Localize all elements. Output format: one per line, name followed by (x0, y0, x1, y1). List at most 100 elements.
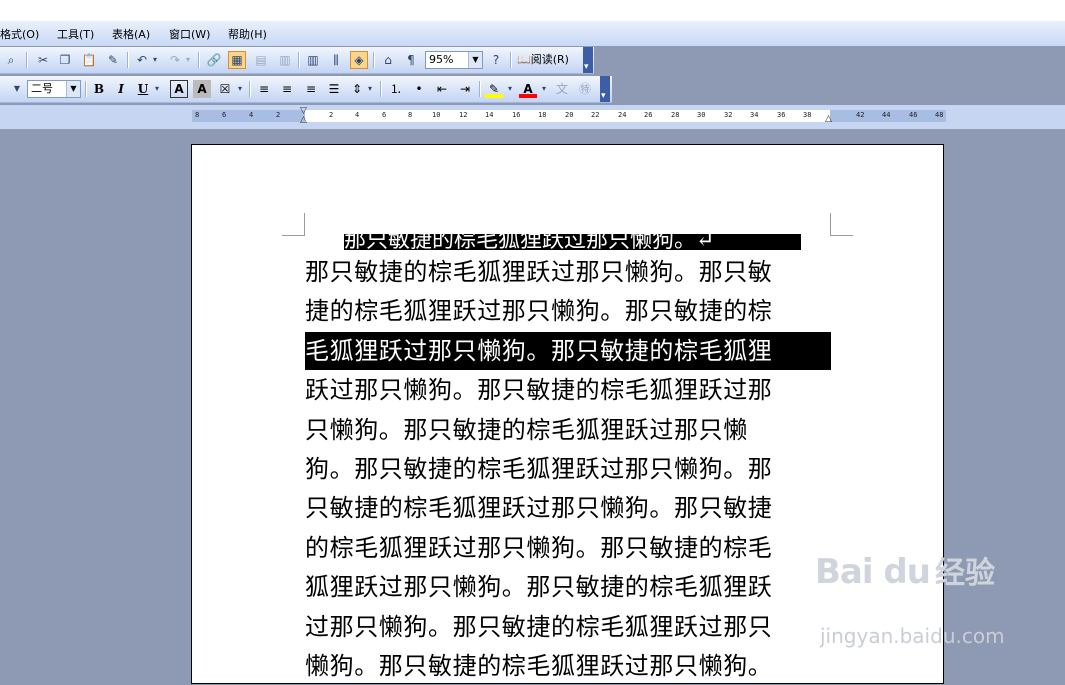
justify-icon[interactable]: ☰ (325, 80, 343, 98)
document-line[interactable]: 狐狸跃过那只懒狗。那只敏捷的棕毛狐狸跃 (305, 568, 831, 606)
undo-dropdown-icon[interactable]: ▾ (150, 51, 160, 69)
document-map-icon[interactable]: ◈ (350, 51, 368, 69)
menu-help[interactable]: 帮助(H) (228, 26, 267, 42)
toolbar-options-grip[interactable] (583, 47, 593, 73)
toolbar-options-grip[interactable] (600, 76, 610, 102)
document-line[interactable]: 狗。那只敏捷的棕毛狐狸跃过那只懒狗。那 (305, 450, 831, 488)
menu-tools[interactable]: 工具(T) (57, 26, 94, 42)
line-spacing-dropdown-icon[interactable]: ▾ (365, 80, 375, 98)
highlight-icon[interactable]: ✎ (485, 80, 503, 98)
ruler-tick: 30 (697, 111, 706, 119)
font-name-dropdown-icon[interactable]: ▼ (10, 80, 24, 98)
decrease-indent-icon[interactable]: ⇤ (433, 80, 451, 98)
ruler-tick: 26 (644, 111, 653, 119)
toolbar-separator (479, 81, 481, 97)
highlight-dropdown-icon[interactable]: ▾ (505, 80, 515, 98)
character-border-icon[interactable]: A (170, 80, 188, 98)
help-icon[interactable]: ? (487, 51, 505, 69)
toolbar-separator (26, 52, 28, 68)
selected-heading[interactable]: 那只敏捷的棕毛狐狸跃过那只懒狗。↵ (344, 234, 801, 250)
show-hide-icon[interactable]: ⌂ (379, 51, 397, 69)
align-right-icon[interactable]: ≡ (302, 80, 320, 98)
read-button[interactable]: 📖阅读(R) (515, 51, 571, 69)
document-line[interactable]: 那只敏捷的棕毛狐狸跃过那只懒狗。那只敏 (305, 253, 831, 291)
menu-window[interactable]: 窗口(W) (169, 26, 210, 42)
menu-format[interactable]: 格式(O) (0, 26, 39, 42)
ruler-tick: 6 (222, 111, 227, 119)
watermark-url: jingyan.baidu.com (820, 624, 1005, 648)
align-left-icon[interactable]: ≡ (255, 80, 273, 98)
right-indent-marker-icon[interactable]: △ (825, 114, 832, 124)
ruler-tick: 4 (355, 111, 360, 119)
paste-icon[interactable]: 📋 (80, 51, 98, 69)
ruler-tick: 34 (750, 111, 759, 119)
ruler-tick: 18 (538, 111, 547, 119)
enclose-characters-icon[interactable]: ㊕ (576, 80, 594, 98)
bullets-icon[interactable]: • (410, 80, 428, 98)
selected-document-line[interactable]: 毛狐狸跃过那只懒狗。那只敏捷的棕毛狐狸 (305, 332, 831, 370)
hyperlink-icon[interactable]: 🔗 (205, 51, 223, 69)
ruler-tick: 38 (803, 111, 812, 119)
document-line[interactable]: 过那只懒狗。那只敏捷的棕毛狐狸跃过那只 (305, 608, 831, 646)
document-line[interactable]: 只敏捷的棕毛狐狸跃过那只懒狗。那只敏捷 (305, 489, 831, 527)
crop-mark-left (282, 213, 305, 236)
title-area (0, 0, 1065, 21)
ruler-tick: 22 (591, 111, 600, 119)
drawing-icon[interactable]: ⫼ (327, 51, 345, 69)
document-line[interactable]: 跃过那只懒狗。那只敏捷的棕毛狐狸跃过那 (305, 371, 831, 409)
chevron-down-icon[interactable]: ▼ (66, 81, 80, 97)
line-spacing-icon[interactable]: ⇕ (348, 80, 366, 98)
bold-button[interactable]: B (90, 80, 108, 98)
baidu-watermark: Bai du 经验 jingyan.baidu.com (815, 548, 1005, 648)
ruler-tick: 32 (724, 111, 733, 119)
ruler-tick: 36 (777, 111, 786, 119)
research-icon[interactable]: ⌕ (2, 51, 20, 69)
font-color-dropdown-icon[interactable]: ▾ (539, 80, 549, 98)
underline-button[interactable]: U (134, 80, 152, 98)
document-line[interactable]: 的棕毛狐狸跃过那只懒狗。那只敏捷的棕毛 (305, 529, 831, 567)
paragraph-mark-icon[interactable]: ¶ (402, 51, 420, 69)
phonetic-guide-icon[interactable]: 文 (553, 80, 571, 98)
character-shading-icon[interactable]: A (193, 80, 211, 98)
toolbar-separator (127, 52, 129, 68)
ruler-tick: 44 (882, 111, 891, 119)
toolbar-separator (85, 81, 87, 97)
cut-icon[interactable]: ✂ (34, 51, 52, 69)
numbering-icon[interactable]: ⒈ (387, 80, 405, 98)
redo-dropdown-icon[interactable]: ▾ (183, 51, 193, 69)
columns-icon[interactable]: ▥ (304, 51, 322, 69)
character-scaling-icon[interactable]: ☒ (216, 80, 234, 98)
standard-toolbar: ⌕ ✂ ❐ 📋 ✎ ↶ ▾ ↷ ▾ 🔗 ▦ ▤ ▥ ▥ ⫼ ◈ ⌂ ¶ 95% … (0, 47, 594, 74)
align-center-icon[interactable]: ≡ (278, 80, 296, 98)
underline-dropdown-icon[interactable]: ▾ (152, 80, 162, 98)
format-painter-icon[interactable]: ✎ (104, 51, 122, 69)
scaling-dropdown-icon[interactable]: ▾ (235, 80, 245, 98)
insert-table-icon[interactable]: ▤ (252, 51, 270, 69)
chevron-down-icon[interactable]: ▼ (468, 52, 482, 68)
ruler-tick: 8 (408, 111, 413, 119)
italic-button[interactable]: I (112, 80, 130, 98)
increase-indent-icon[interactable]: ⇥ (456, 80, 474, 98)
document-line[interactable]: 捷的棕毛狐狸跃过那只懒狗。那只敏捷的棕 (305, 292, 831, 330)
ruler-tick: 12 (459, 111, 468, 119)
redo-icon[interactable]: ↷ (166, 51, 184, 69)
insert-excel-icon[interactable]: ▥ (276, 51, 294, 69)
tables-borders-icon[interactable]: ▦ (228, 51, 246, 69)
font-color-icon[interactable]: A (519, 80, 537, 98)
book-icon: 📖 (517, 53, 531, 66)
copy-icon[interactable]: ❐ (56, 51, 74, 69)
font-size-select[interactable]: 二号 ▼ (27, 80, 81, 98)
document-line[interactable]: 懒狗。那只敏捷的棕毛狐狸跃过那只懒狗。 (305, 647, 831, 685)
horizontal-ruler[interactable]: 8 6 4 2 ▽ △ 2 4 6 8 10 12 14 16 18 20 22 … (0, 105, 1065, 129)
zoom-select[interactable]: 95% ▼ (425, 51, 483, 69)
ruler-tick: 28 (671, 111, 680, 119)
menu-table[interactable]: 表格(A) (112, 26, 150, 42)
ruler-tick: 16 (512, 111, 521, 119)
ruler-tick: 10 (432, 111, 441, 119)
indent-marker-icon[interactable]: ▽ △ (300, 107, 307, 125)
document-page[interactable]: 那只敏捷的棕毛狐狸跃过那只懒狗。↵ 那只敏捷的棕毛狐狸跃过那只懒狗。那只敏 捷的… (191, 144, 944, 684)
formatting-toolbar: ▼ 二号 ▼ B I U ▾ A A ☒ ▾ ≡ ≡ ≡ ☰ ⇕ ▾ ⒈ • ⇤… (0, 76, 612, 103)
ruler-tick: 4 (249, 111, 254, 119)
document-line[interactable]: 只懒狗。那只敏捷的棕毛狐狸跃过那只懒 (305, 411, 831, 449)
undo-icon[interactable]: ↶ (133, 51, 151, 69)
